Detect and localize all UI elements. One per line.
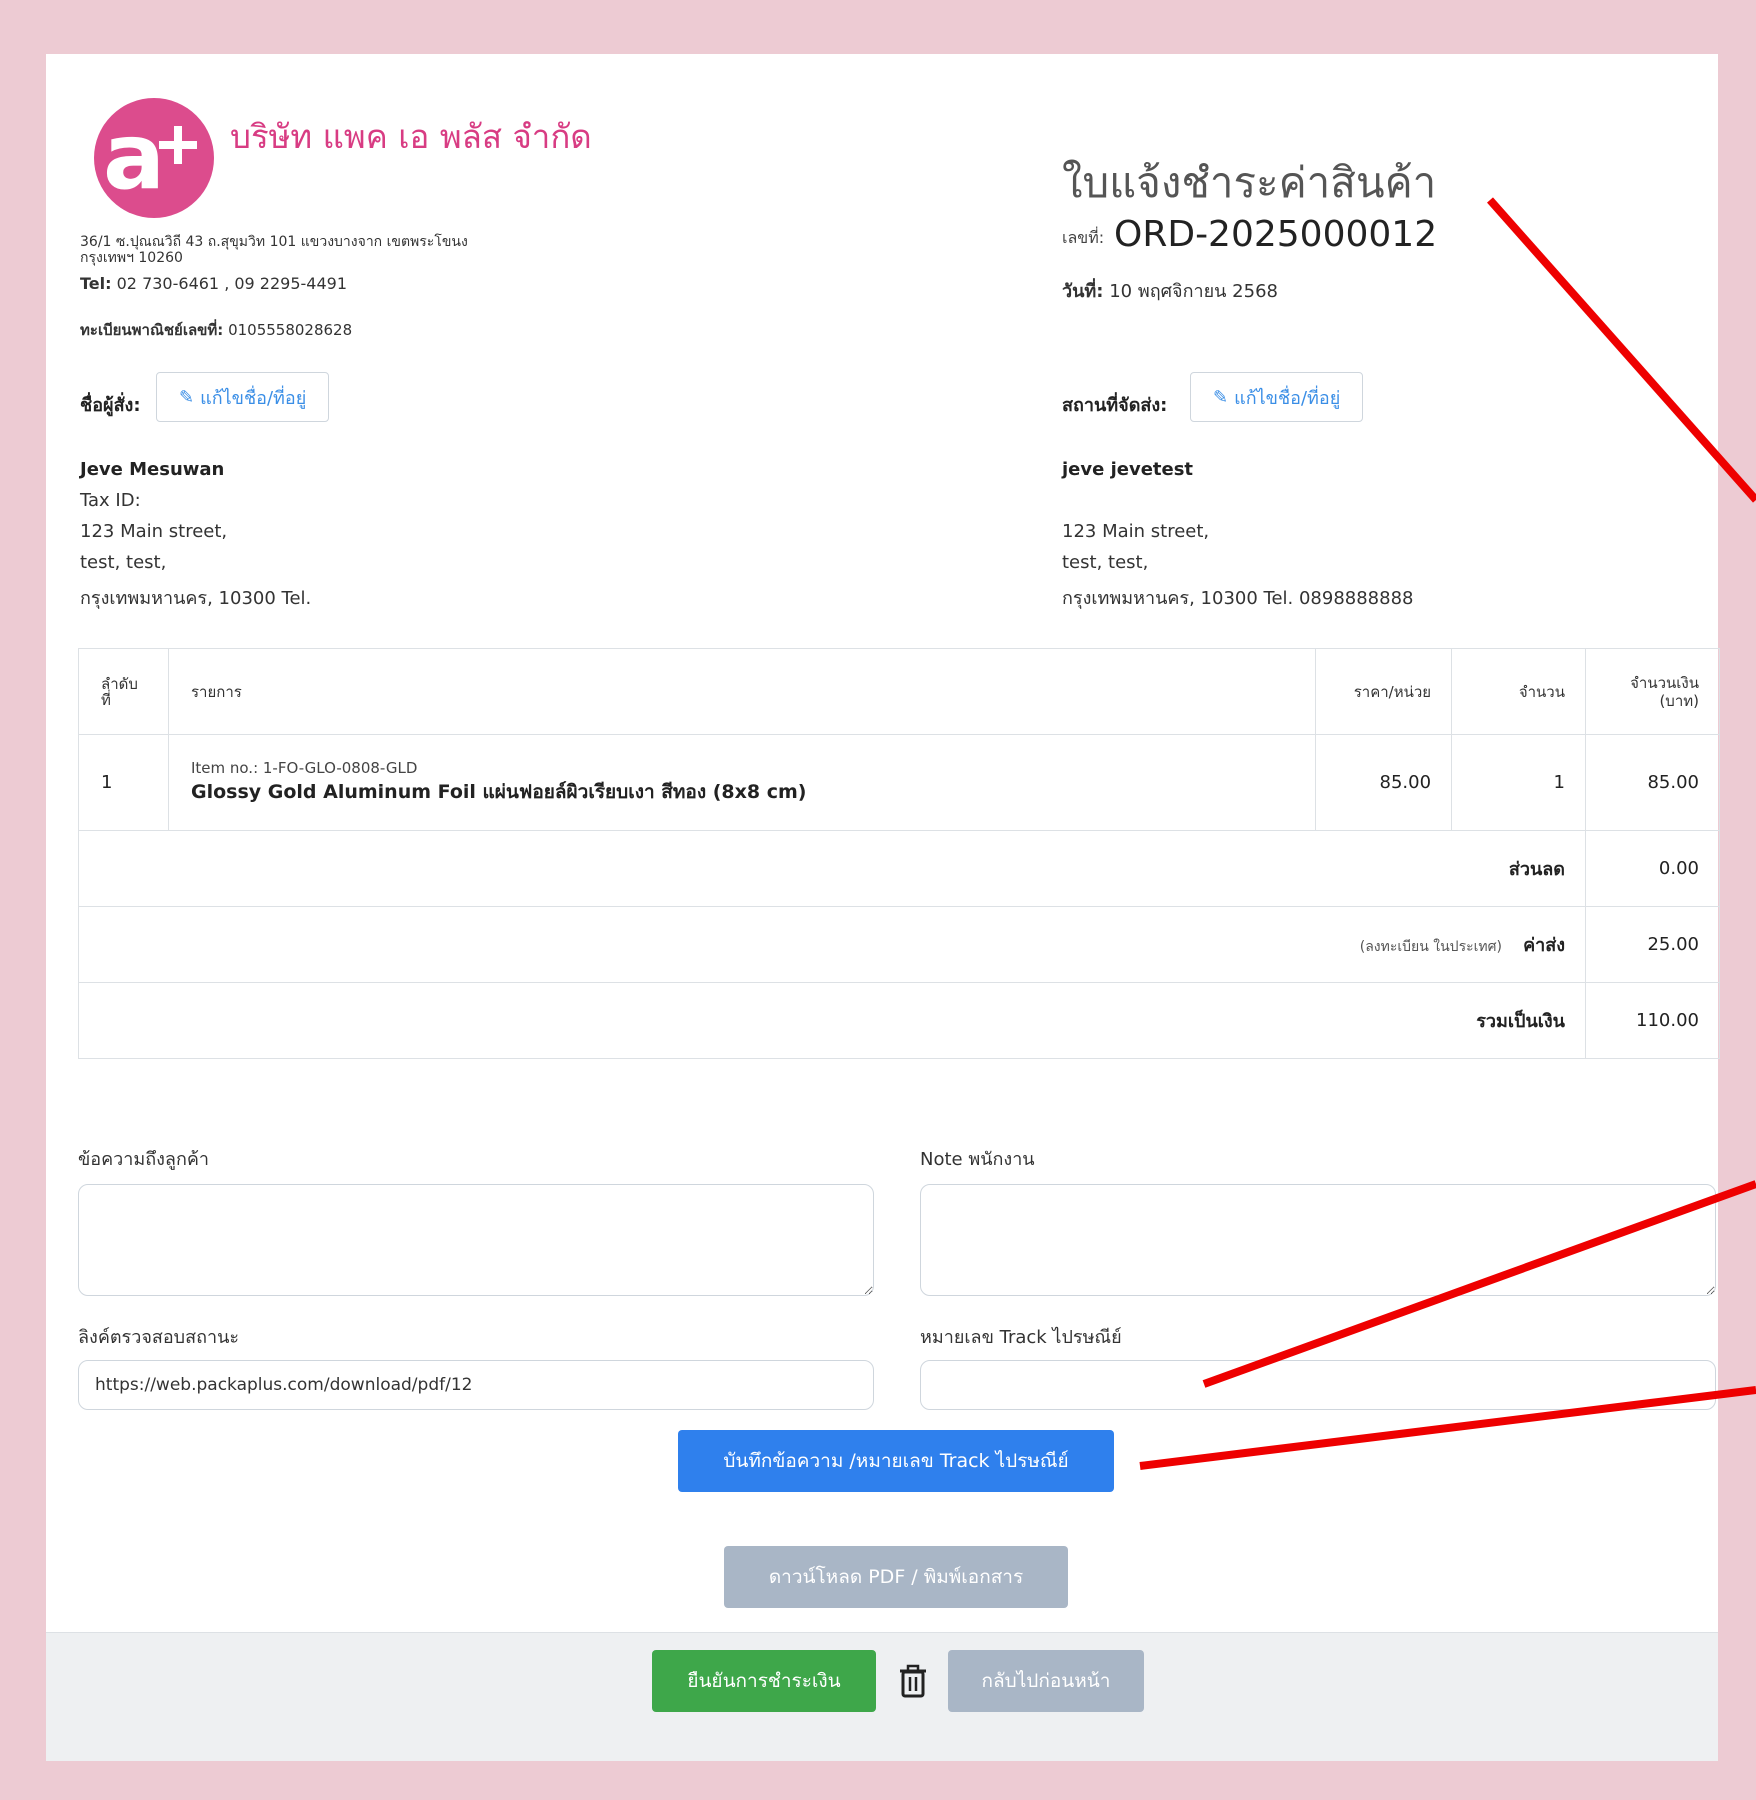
items-table: ลำดับ ที่ รายการ ราคา/หน่วย จำนวน จำนวนเ… xyxy=(78,648,1720,1059)
buyer-name: Jeve Mesuwan xyxy=(80,459,225,480)
shipping-row: (ลงทะเบียน ในประเทศ) ค่าส่ง 25.00 xyxy=(78,906,1720,983)
date-label: วันที่: xyxy=(1062,281,1104,302)
buyer-label: ชื่อผู้สั่ง: xyxy=(80,395,141,416)
trash-icon[interactable] xyxy=(898,1664,928,1698)
shipping-name: jeve jevetest xyxy=(1062,459,1194,480)
company-logo: a xyxy=(94,98,214,218)
table-header-row: ลำดับ ที่ รายการ ราคา/หน่วย จำนวน จำนวนเ… xyxy=(78,648,1720,735)
company-registration: ทะเบียนพาณิชย์เลขที่: 0105558028628 xyxy=(80,318,352,342)
buyer-tax-id: Tax ID: xyxy=(80,490,141,511)
save-message-button[interactable]: บันทึกข้อความ /หมายเลข Track ไปรษณีย์ xyxy=(678,1430,1114,1492)
registration-label: ทะเบียนพาณิชย์เลขที่: xyxy=(80,321,224,339)
shipping-cost-label: ค่าส่ง xyxy=(1523,935,1565,956)
edit-icon: ✎ xyxy=(1213,386,1229,408)
col-unit-price-header: ราคา/หน่วย xyxy=(1315,648,1453,735)
shipping-cost-label-cell: (ลงทะเบียน ในประเทศ) ค่าส่ง xyxy=(78,906,1586,983)
col-qty-header: จำนวน xyxy=(1451,648,1586,735)
customer-message-label: ข้อความถึงลูกค้า xyxy=(78,1149,210,1170)
document-title: ใบแจ้งชำระค่าสินค้า xyxy=(1062,158,1437,207)
discount-value: 0.00 xyxy=(1585,830,1720,907)
total-value: 110.00 xyxy=(1585,982,1720,1059)
edit-shipping-label: แก้ไขชื่อ/ที่อยู่ xyxy=(1234,387,1341,409)
staff-note-textarea[interactable] xyxy=(920,1184,1716,1296)
shipping-address-line: test, test, xyxy=(1062,552,1149,573)
col-amount-header: จำนวนเงิน (บาท) xyxy=(1585,648,1720,735)
svg-text:a: a xyxy=(103,103,165,210)
customer-message-textarea[interactable] xyxy=(78,1184,874,1296)
buyer-address-line: กรุงเทพมหานคร, 10300 Tel. xyxy=(80,588,312,609)
document-number: ORD-2025000012 xyxy=(1114,214,1438,255)
edit-buyer-button[interactable]: ✎ แก้ไขชื่อ/ที่อยู่ xyxy=(156,372,330,422)
col-item-header: รายการ xyxy=(167,648,1317,735)
total-row: รวมเป็นเงิน 110.00 xyxy=(78,982,1720,1059)
shipping-label: สถานที่จัดส่ง: xyxy=(1062,395,1168,416)
track-number-input[interactable] xyxy=(920,1360,1716,1410)
confirm-payment-button[interactable]: ยืนยันการชำระเงิน xyxy=(652,1650,876,1712)
footer-bar xyxy=(46,1632,1718,1761)
header-text: ลำดับ xyxy=(101,674,138,693)
staff-note-label: Note พนักงาน xyxy=(920,1149,1035,1170)
row-no: 1 xyxy=(78,734,169,831)
buyer-address-line: 123 Main street, xyxy=(80,521,228,542)
row-item: Item no.: 1-FO-GLO-0808-GLD Glossy Gold … xyxy=(167,734,1317,831)
registration-value: 0105558028628 xyxy=(228,321,353,339)
discount-row: ส่วนลด 0.00 xyxy=(78,830,1720,907)
shipping-address-line: กรุงเทพมหานคร, 10300 Tel. 0898888888 xyxy=(1062,588,1414,609)
company-name: บริษัท แพค เอ พลัส จำกัด xyxy=(230,117,592,156)
tel-value: 02 730-6461 , 09 2295-4491 xyxy=(116,274,348,293)
company-address: 36/1 ซ.ปุณณวิถี 43 ถ.สุขุมวิท 101 แขวงบา… xyxy=(80,234,468,266)
total-label: รวมเป็นเงิน xyxy=(78,982,1586,1059)
company-tel: Tel: 02 730-6461 , 09 2295-4491 xyxy=(80,274,347,293)
discount-label: ส่วนลด xyxy=(78,830,1586,907)
header-text: (บาท) xyxy=(1659,691,1699,710)
download-pdf-button[interactable]: ดาวน์โหลด PDF / พิมพ์เอกสาร xyxy=(724,1546,1068,1608)
back-button[interactable]: กลับไปก่อนหน้า xyxy=(948,1650,1144,1712)
edit-shipping-button[interactable]: ✎ แก้ไขชื่อ/ที่อยู่ xyxy=(1190,372,1364,422)
col-no-header: ลำดับ ที่ xyxy=(78,648,169,735)
edit-buyer-label: แก้ไขชื่อ/ที่อยู่ xyxy=(200,387,307,409)
shipping-address-line: 123 Main street, xyxy=(1062,521,1210,542)
address-line: 36/1 ซ.ปุณณวิถี 43 ถ.สุขุมวิท 101 แขวงบา… xyxy=(80,234,468,250)
header-text: จำนวนเงิน xyxy=(1630,673,1699,692)
document-date: วันที่: 10 พฤศจิกายน 2568 xyxy=(1062,276,1278,305)
invoice-card: a บริษัท แพค เอ พลัส จำกัด 36/1 ซ.ปุณณวิ… xyxy=(46,54,1720,1761)
document-number-label: เลขที่: xyxy=(1062,228,1105,247)
status-link-label: ลิงค์ตรวจสอบสถานะ xyxy=(78,1327,240,1348)
table-row: 1 Item no.: 1-FO-GLO-0808-GLD Glossy Gol… xyxy=(78,734,1720,831)
header-text: ที่ xyxy=(101,690,111,709)
track-number-label: หมายเลข Track ไปรษณีย์ xyxy=(920,1327,1122,1348)
address-line: กรุงเทพฯ 10260 xyxy=(80,250,183,266)
buyer-address-line: test, test, xyxy=(80,552,167,573)
row-unit-price: 85.00 xyxy=(1315,734,1453,831)
shipping-note: (ลงทะเบียน ในประเทศ) xyxy=(1359,939,1502,955)
edit-icon: ✎ xyxy=(179,386,195,408)
row-amount: 85.00 xyxy=(1585,734,1720,831)
item-number: Item no.: 1-FO-GLO-0808-GLD xyxy=(190,758,418,777)
row-qty: 1 xyxy=(1451,734,1586,831)
item-name: Glossy Gold Aluminum Foil แผ่นฟอยล์ผิวเร… xyxy=(190,780,807,803)
status-link-input[interactable] xyxy=(78,1360,874,1410)
tel-label: Tel: xyxy=(80,274,112,293)
date-value: 10 พฤศจิกายน 2568 xyxy=(1109,281,1278,302)
shipping-cost-value: 25.00 xyxy=(1585,906,1720,983)
